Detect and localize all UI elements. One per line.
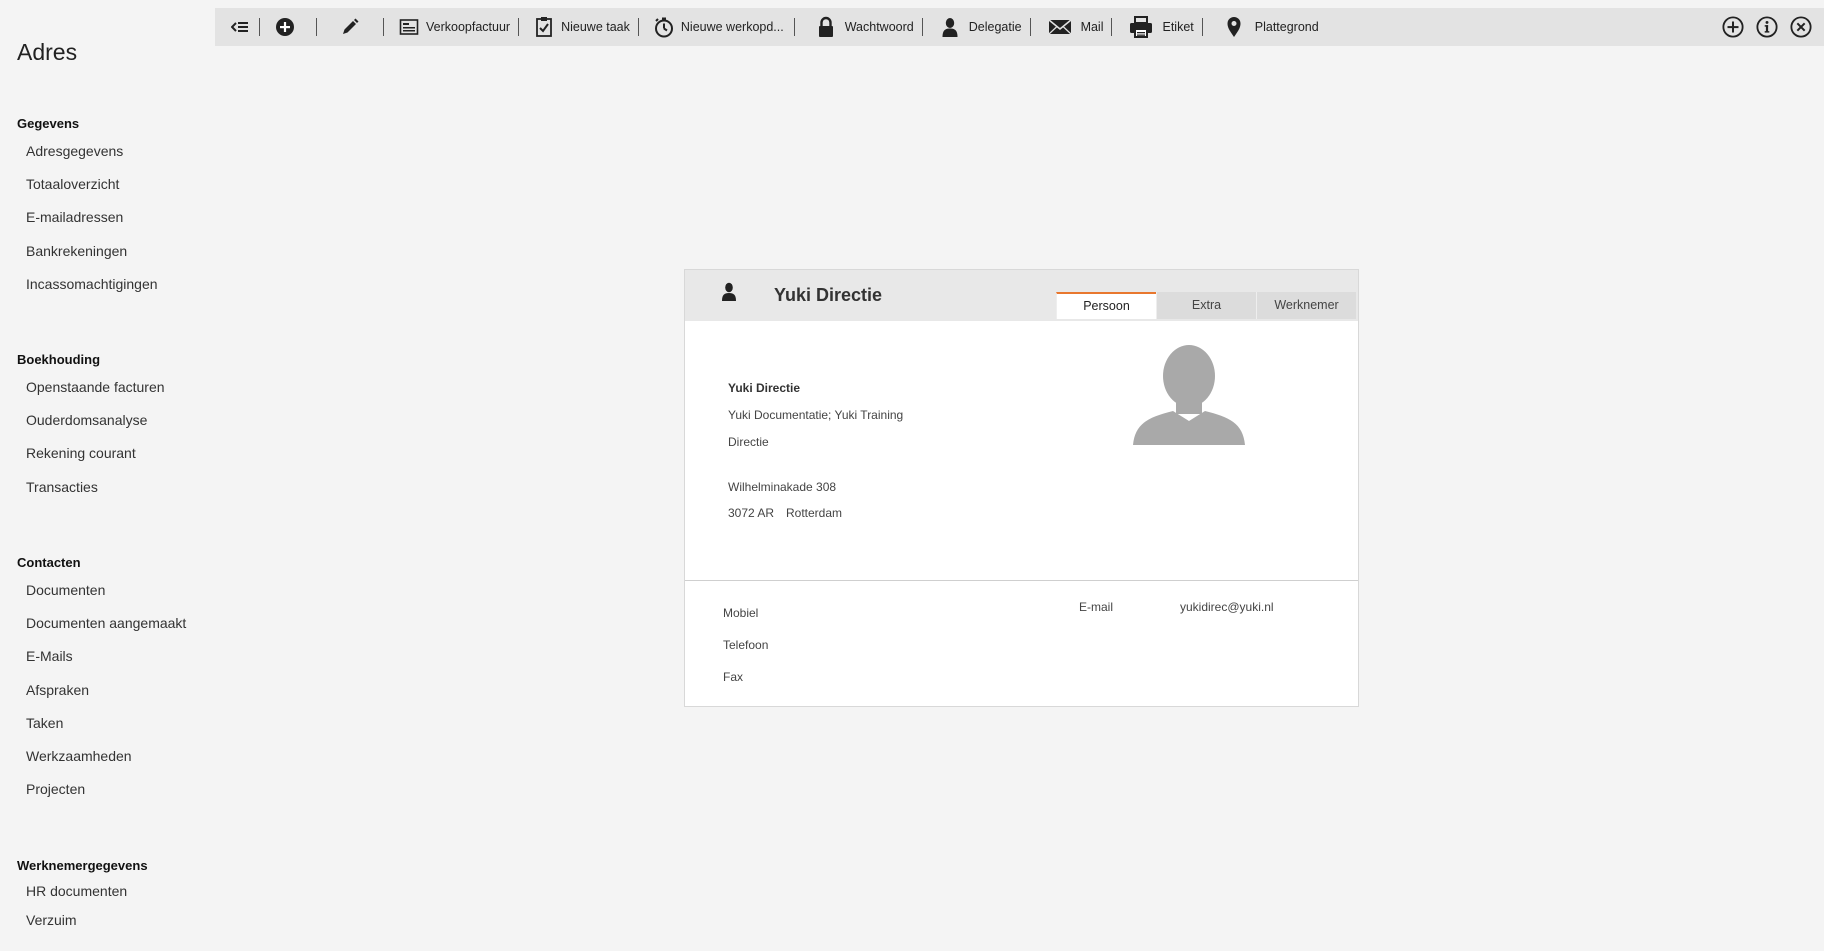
nav-section-boekhouding: Boekhouding Openstaande facturen Ouderdo… (0, 349, 215, 504)
map-pin-icon (1223, 16, 1245, 38)
toolbar-separator (259, 18, 260, 36)
nav-item-openstaande-facturen[interactable]: Openstaande facturen (0, 371, 215, 404)
collapse-menu-icon (229, 16, 251, 38)
wachtwoord-label: Wachtwoord (844, 20, 914, 34)
toolbar-separator (1029, 18, 1031, 36)
toolbar-separator (383, 18, 384, 36)
nav-item-taken[interactable]: Taken (0, 707, 215, 740)
toolbar-separator (793, 18, 795, 36)
page-title: Adres (17, 39, 78, 65)
nav-section-gegevens: Gegevens Adresgegevens Totaaloverzicht E… (0, 113, 215, 301)
card-header: Yuki Directie Persoon Extra Werknemer (685, 270, 1358, 321)
nav-section-contacten: Contacten Documenten Documenten aangemaa… (0, 552, 215, 806)
nav-item-emails[interactable]: E-Mails (0, 640, 215, 673)
close-circle-icon (1790, 16, 1812, 38)
person-name: Yuki Directie (728, 381, 801, 395)
nav-section-werknemergegevens: Werknemergegevens HR documenten Verzuim (0, 855, 215, 935)
telefoon-label: Telefoon (723, 638, 769, 652)
mail-button[interactable]: Mail (1047, 8, 1104, 46)
nav-header-contacten: Contacten (17, 555, 81, 570)
toolbar: Verkoopfactuur Nieuwe taak Nieuwe werkop… (215, 8, 1824, 46)
add-new-button[interactable] (1722, 8, 1744, 46)
tab-persoon[interactable]: Persoon (1056, 292, 1156, 319)
nav-item-adresgegevens[interactable]: Adresgegevens (0, 135, 215, 168)
nav-item-verzuim[interactable]: Verzuim (0, 906, 215, 935)
tab-extra[interactable]: Extra (1156, 292, 1256, 319)
toolbar-separator (316, 18, 317, 36)
info-icon (1756, 16, 1778, 38)
toolbar-right (1722, 8, 1824, 46)
info-button[interactable] (1756, 8, 1778, 46)
toolbar-separator (1111, 18, 1113, 36)
nav-item-emailadressen[interactable]: E-mailadressen (0, 201, 215, 234)
nav-item-bankrekeningen[interactable]: Bankrekeningen (0, 235, 215, 268)
nieuwe-werkopdracht-label: Nieuwe werkopd... (680, 20, 784, 34)
nav-item-werkzaamheden[interactable]: Werkzaamheden (0, 740, 215, 773)
person-companies: Yuki Documentatie; Yuki Training (728, 408, 904, 422)
plus-circle-outline-icon (1722, 16, 1744, 38)
card-tabs: Persoon Extra Werknemer (1056, 292, 1356, 319)
plattegrond-label: Plattegrond (1254, 20, 1319, 34)
nav-item-documenten[interactable]: Documenten (0, 574, 215, 607)
card-divider (685, 580, 1358, 581)
email-value[interactable]: yukidirec@yuki.nl (1180, 600, 1274, 614)
nav-item-rekening-courant[interactable]: Rekening courant (0, 437, 215, 470)
verkoopfactuur-label: Verkoopfactuur (426, 20, 511, 34)
delegatie-button[interactable]: Delegatie (939, 8, 1022, 46)
person-icon (721, 282, 737, 307)
nieuwe-taak-button[interactable]: Nieuwe taak (533, 8, 630, 46)
address-city: Rotterdam (786, 506, 843, 520)
plattegrond-button[interactable]: Plattegrond (1223, 8, 1319, 46)
nieuwe-taak-label: Nieuwe taak (561, 20, 630, 34)
tab-werknemer[interactable]: Werknemer (1256, 292, 1356, 319)
mobiel-label: Mobiel (723, 606, 759, 620)
wachtwoord-button[interactable]: Wachtwoord (815, 8, 914, 46)
contact-name-heading: Yuki Directie (774, 285, 883, 305)
collapse-menu-button[interactable] (229, 8, 251, 46)
toolbar-separator (518, 18, 520, 36)
lock-icon (815, 16, 837, 38)
envelope-icon (1047, 16, 1073, 38)
nav-item-incassomachtigingen[interactable]: Incassomachtigingen (0, 268, 215, 301)
close-button[interactable] (1790, 8, 1812, 46)
toolbar-separator (921, 18, 923, 36)
email-label: E-mail (1079, 600, 1114, 614)
nieuwe-werkopdracht-button[interactable]: Nieuwe werkopd... (653, 8, 784, 46)
nav-item-afspraken[interactable]: Afspraken (0, 674, 215, 707)
edit-button[interactable] (339, 8, 361, 46)
person-icon (939, 16, 961, 38)
address-postcode: 3072 AR (728, 506, 775, 520)
nav-item-totaaloverzicht[interactable]: Totaaloverzicht (0, 168, 215, 201)
toolbar-separator (1201, 18, 1203, 36)
address-street: Wilhelminakade 308 (728, 480, 837, 494)
nav-header-gegevens: Gegevens (17, 116, 80, 131)
etiket-button[interactable]: Etiket (1128, 8, 1194, 46)
mail-label: Mail (1080, 20, 1104, 34)
printer-icon (1128, 16, 1154, 38)
verkoopfactuur-button[interactable]: Verkoopfactuur (398, 8, 510, 46)
nav-header-boekhouding: Boekhouding (17, 352, 101, 367)
stopwatch-icon (653, 16, 675, 38)
nav-item-documenten-aangemaakt[interactable]: Documenten aangemaakt (0, 607, 215, 640)
delegatie-label: Delegatie (968, 20, 1022, 34)
toolbar-separator (637, 18, 639, 36)
plus-circle-icon (274, 16, 296, 38)
contact-card: Yuki Directie Persoon Extra Werknemer Yu… (684, 269, 1359, 707)
nav-item-projecten[interactable]: Projecten (0, 773, 215, 806)
sidebar: Adres Gegevens Adresgegevens Totaaloverz… (0, 0, 215, 951)
etiket-label: Etiket (1162, 20, 1194, 34)
invoice-icon (398, 16, 420, 38)
pencil-icon (339, 16, 361, 38)
nav-item-hr-documenten[interactable]: HR documenten (0, 877, 215, 906)
person-function: Directie (728, 435, 769, 449)
nav-item-transacties[interactable]: Transacties (0, 471, 215, 504)
nav-item-ouderdomsanalyse[interactable]: Ouderdomsanalyse (0, 404, 215, 437)
avatar (1133, 343, 1245, 450)
task-checklist-icon (533, 16, 555, 38)
nav-header-werknemergegevens: Werknemergegevens (17, 858, 148, 873)
fax-label: Fax (723, 670, 744, 684)
add-button[interactable] (274, 8, 296, 46)
